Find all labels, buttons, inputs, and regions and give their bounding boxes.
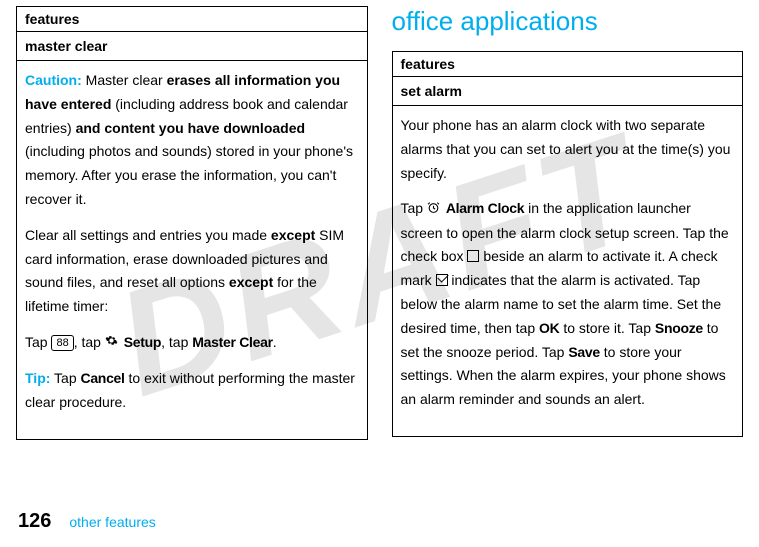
r-p2a: Tap — [401, 200, 427, 216]
ok-label: OK — [539, 320, 559, 336]
tip-label: Tip: — [25, 370, 50, 386]
snooze-label: Snooze — [655, 320, 703, 336]
tip-paragraph: Tip: Tap Cancel to exit without performi… — [25, 367, 359, 415]
caution-text-c: (including photos and sounds) stored in … — [25, 143, 353, 207]
left-column: features master clear Caution: Master cl… — [16, 0, 368, 440]
gear-icon — [105, 331, 118, 355]
section-title-office: office applications — [392, 6, 744, 37]
page-number: 126 — [18, 510, 51, 533]
caution-bold-2: and content you have downloaded — [76, 120, 305, 136]
footer-text: other features — [69, 514, 155, 530]
except-paragraph: Clear all settings and entries you made … — [25, 224, 359, 319]
master-clear-label: Master Clear — [192, 334, 272, 350]
subheader-master-clear: master clear — [17, 32, 367, 61]
save-label: Save — [568, 344, 600, 360]
body-master-clear: Caution: Master clear erases all informa… — [17, 61, 367, 439]
features-header-left: features — [17, 7, 367, 32]
tap-instruction: Tap 88, tap Setup, tap Master Clear. — [25, 331, 359, 355]
caution-paragraph: Caution: Master clear erases all informa… — [25, 69, 359, 212]
setup-label: Setup — [124, 334, 161, 350]
features-header-right: features — [393, 52, 743, 77]
checkbox-checked-icon — [436, 274, 448, 286]
subheader-set-alarm: set alarm — [393, 77, 743, 106]
r-p2e: to store it. Tap — [559, 320, 654, 336]
p3-b: , tap — [74, 334, 105, 350]
alarm-intro: Your phone has an alarm clock with two s… — [401, 114, 735, 185]
body-set-alarm: Your phone has an alarm clock with two s… — [393, 106, 743, 436]
alarm-instructions: Tap Alarm Clock in the application launc… — [401, 197, 735, 412]
key-88-icon: 88 — [51, 335, 73, 351]
p3-c: , tap — [161, 334, 192, 350]
alarm-clock-icon — [427, 198, 440, 222]
alarm-clock-label: Alarm Clock — [446, 200, 524, 216]
checkbox-empty-icon — [467, 250, 479, 262]
page-footer: 126 other features — [18, 510, 156, 533]
right-column: office applications features set alarm Y… — [392, 0, 744, 440]
p2-a: Clear all settings and entries you made — [25, 227, 271, 243]
feature-box-set-alarm: features set alarm Your phone has an ala… — [392, 51, 744, 437]
page-columns: features master clear Caution: Master cl… — [0, 0, 759, 440]
p3-a: Tap — [25, 334, 51, 350]
tip-a: Tap — [50, 370, 80, 386]
p3-d: . — [273, 334, 277, 350]
cancel-label: Cancel — [81, 370, 125, 386]
feature-box-master-clear: features master clear Caution: Master cl… — [16, 6, 368, 440]
p2-bold1: except — [271, 227, 315, 243]
p2-bold2: except — [229, 274, 273, 290]
caution-text-a: Master clear — [82, 72, 167, 88]
caution-label: Caution: — [25, 72, 82, 88]
